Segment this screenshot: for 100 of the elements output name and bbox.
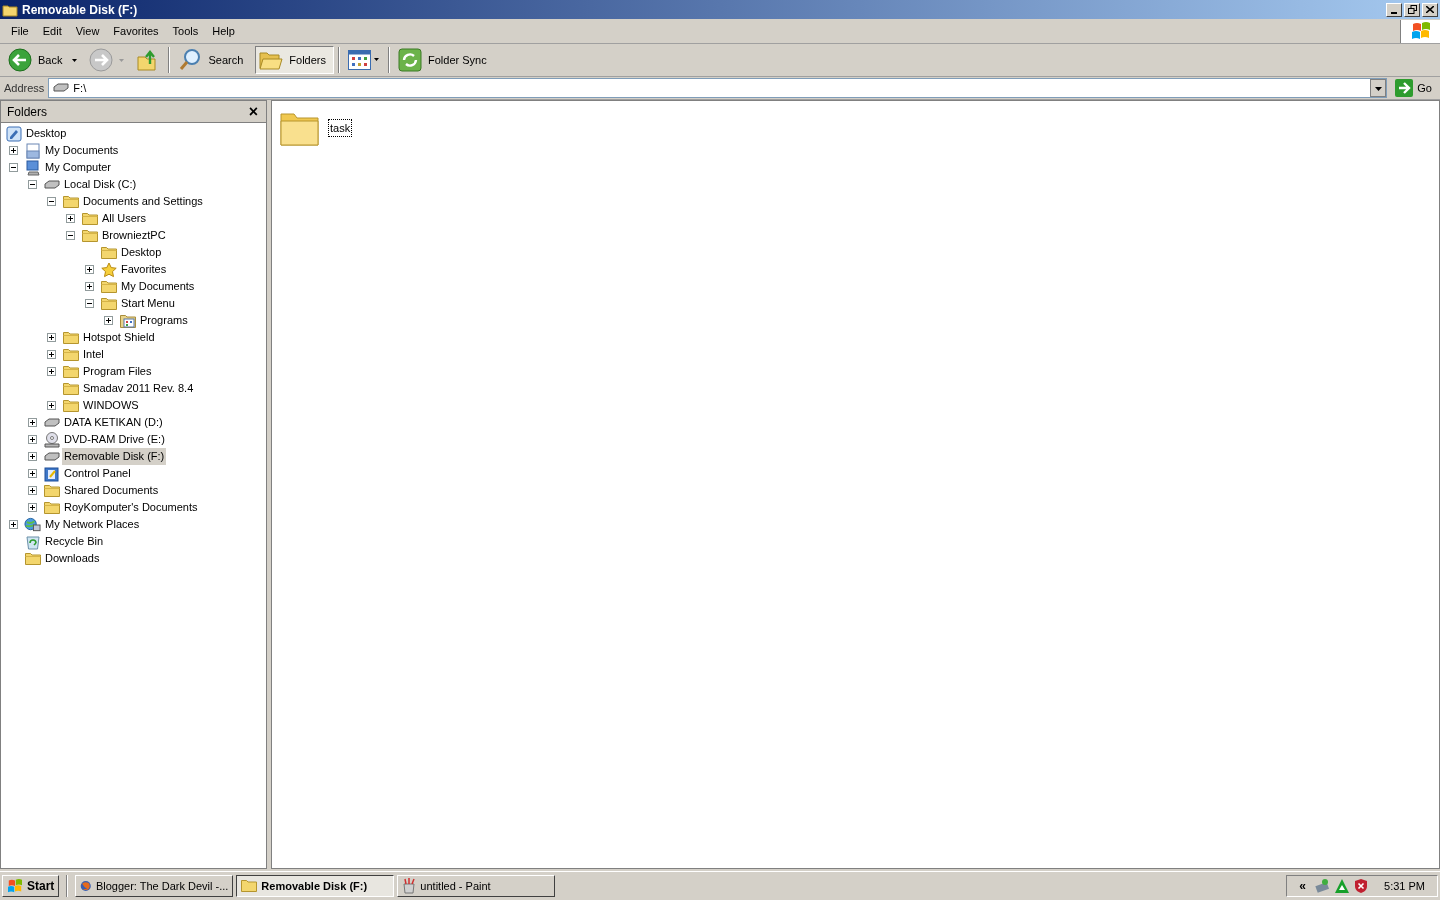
go-button[interactable]: Go: [1391, 79, 1436, 97]
expand-toggle-icon[interactable]: [9, 520, 18, 529]
collapse-toggle-icon[interactable]: [28, 180, 37, 189]
collapse-toggle-icon[interactable]: [85, 299, 94, 308]
folder-icon: [43, 501, 60, 514]
close-pane-button[interactable]: ×: [244, 103, 262, 120]
tree-item[interactable]: Recycle Bin: [43, 533, 106, 550]
expand-toggle-icon[interactable]: [28, 486, 37, 495]
show-hidden-icons-button[interactable]: «: [1295, 877, 1311, 895]
taskbar-button[interactable]: untitled - Paint: [397, 875, 556, 897]
search-button[interactable]: Search: [174, 46, 252, 74]
folders-button[interactable]: Folders: [255, 46, 334, 74]
close-icon: [1426, 6, 1434, 13]
expand-toggle-icon[interactable]: [28, 452, 37, 461]
expand-toggle-icon[interactable]: [85, 265, 94, 274]
dropdown-caret-icon: [72, 58, 78, 62]
menu-item[interactable]: Help: [205, 21, 242, 41]
folders-icon: [259, 49, 284, 71]
triangle-tray-icon[interactable]: [1334, 878, 1351, 894]
folder-icon: [2, 2, 18, 17]
pane-title: Folders: [6, 103, 48, 121]
tree-item[interactable]: DVD-RAM Drive (E:): [62, 431, 167, 448]
star-icon: [100, 261, 117, 278]
tree-item[interactable]: Favorites: [119, 261, 169, 278]
menu-item[interactable]: Edit: [35, 21, 69, 41]
expand-toggle-icon[interactable]: [28, 435, 37, 444]
shield-tray-icon[interactable]: [1354, 878, 1369, 894]
recycle-bin-icon: [24, 533, 41, 550]
go-arrow-icon: [1395, 79, 1414, 97]
expand-toggle-icon[interactable]: [47, 333, 56, 342]
tree-item[interactable]: Intel: [81, 346, 106, 363]
address-value: F:\: [73, 80, 88, 96]
expand-toggle-icon[interactable]: [28, 418, 37, 427]
search-icon: [178, 48, 203, 72]
collapse-toggle-icon[interactable]: [47, 197, 56, 206]
menu-item[interactable]: File: [4, 21, 36, 41]
tree-item[interactable]: WINDOWS: [81, 397, 141, 414]
tree-item[interactable]: My Documents: [43, 142, 121, 159]
tree-item[interactable]: My Documents: [119, 278, 197, 295]
tree-item[interactable]: Hotspot Shield: [81, 329, 157, 346]
tree-item[interactable]: Start Menu: [119, 295, 177, 312]
collapse-toggle-icon[interactable]: [66, 231, 75, 240]
drive-icon: [53, 83, 70, 93]
tree-item[interactable]: DATA KETIKAN (D:): [62, 414, 165, 431]
control-panel-icon: [43, 465, 60, 482]
close-button[interactable]: [1422, 2, 1438, 17]
tree-item[interactable]: Smadav 2011 Rev. 8.4: [81, 380, 196, 397]
sync-arrows-icon: [398, 48, 422, 72]
file-name[interactable]: task: [328, 118, 353, 138]
menu-item[interactable]: View: [68, 21, 107, 41]
folder-icon: [241, 879, 258, 893]
tree-item[interactable]: Removable Disk (F:): [62, 448, 167, 465]
address-field[interactable]: F:\: [48, 78, 1388, 98]
menu-item[interactable]: Tools: [165, 21, 206, 41]
taskbar-button[interactable]: Blogger: The Dark Devil -...: [75, 875, 234, 897]
tree-item[interactable]: Program Files: [81, 363, 154, 380]
tree-item[interactable]: Desktop: [24, 125, 69, 142]
tree-item[interactable]: BrownieztPC: [100, 227, 168, 244]
expand-toggle-icon[interactable]: [28, 503, 37, 512]
tree-item[interactable]: Downloads: [43, 550, 102, 567]
expand-toggle-icon[interactable]: [28, 469, 37, 478]
folder-icon: [81, 229, 98, 242]
sync-button[interactable]: Folder Sync: [394, 46, 495, 74]
expand-toggle-icon[interactable]: [9, 146, 18, 155]
tree-item[interactable]: Control Panel: [62, 465, 133, 482]
restore-icon: [1407, 5, 1417, 14]
folder-icon: [62, 331, 79, 344]
menu-item[interactable]: Favorites: [106, 21, 166, 41]
tree-item[interactable]: My Network Places: [43, 516, 142, 533]
taskbar-button[interactable]: Removable Disk (F:): [236, 875, 395, 897]
tree-item[interactable]: My Computer: [43, 159, 114, 176]
tree-item[interactable]: Programs: [138, 312, 190, 329]
tree-item[interactable]: All Users: [100, 210, 148, 227]
disc-drive-icon: [43, 431, 60, 448]
browser-icon: [80, 878, 92, 894]
drive-icon: [43, 179, 60, 190]
expand-toggle-icon[interactable]: [104, 316, 113, 325]
back-button[interactable]: Back: [4, 46, 82, 74]
restore-button[interactable]: [1404, 2, 1420, 17]
folder-icon: [100, 297, 117, 310]
folder-icon: [62, 195, 79, 208]
window-title: Removable Disk (F:): [22, 1, 139, 19]
folder-icon: [81, 212, 98, 225]
tree-item[interactable]: RoyKomputer's Documents: [62, 499, 200, 516]
tree-item[interactable]: Shared Documents: [62, 482, 161, 499]
tree-item[interactable]: Desktop: [119, 244, 164, 261]
paint-cup-icon: [402, 878, 417, 894]
start-button[interactable]: Start: [2, 875, 60, 897]
expand-toggle-icon[interactable]: [47, 367, 56, 376]
tree-item[interactable]: Documents and Settings: [81, 193, 205, 210]
collapse-toggle-icon[interactable]: [9, 163, 18, 172]
expand-toggle-icon[interactable]: [47, 350, 56, 359]
dropdown-caret-icon: [119, 58, 125, 62]
expand-toggle-icon[interactable]: [66, 214, 75, 223]
minimize-button[interactable]: [1386, 2, 1402, 17]
expand-toggle-icon[interactable]: [47, 401, 56, 410]
clock: 5:31 PM: [1384, 878, 1425, 894]
expand-toggle-icon[interactable]: [85, 282, 94, 291]
folder-icon: [100, 246, 117, 259]
tree-item[interactable]: Local Disk (C:): [62, 176, 139, 193]
